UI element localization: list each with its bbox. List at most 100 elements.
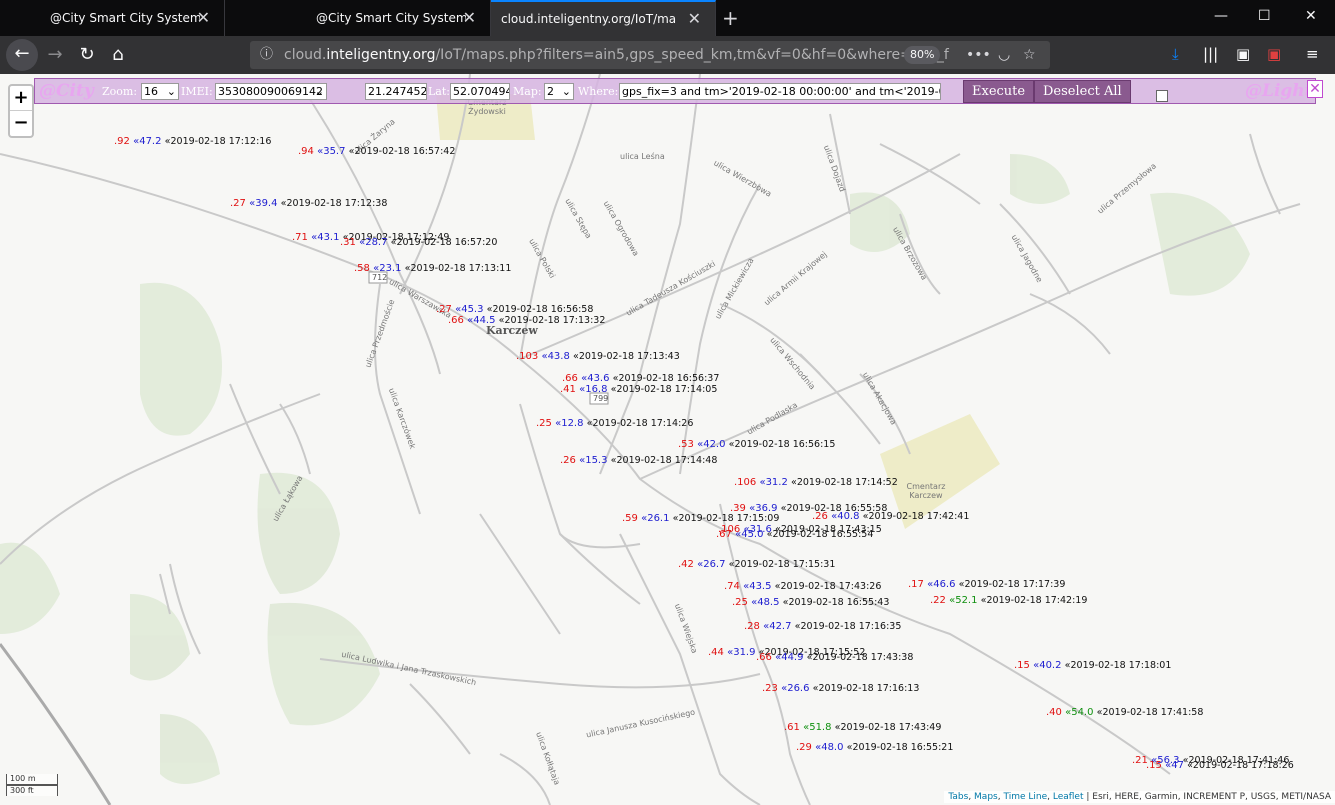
window-close-icon[interactable]: ✕	[1305, 8, 1317, 24]
toggle-checkbox[interactable]	[1156, 90, 1168, 102]
pocket-icon[interactable]: ◡	[998, 41, 1010, 69]
extension-icon[interactable]: ▣	[1267, 45, 1281, 63]
timestamp: «2019-02-18 17:14:05	[610, 384, 718, 395]
timestamp: «2019-02-18 16:55:43	[782, 597, 890, 608]
maximize-icon[interactable]: ☐	[1258, 8, 1271, 24]
maps-link[interactable]: Maps	[974, 792, 998, 802]
url-path: /IoT/maps.php?filters=ain5,gps_speed_km,…	[435, 47, 949, 63]
info-icon[interactable]: ⓘ	[260, 41, 273, 69]
map-select[interactable]: 2 ⌄	[544, 83, 574, 100]
filter-control-bar: @City Zoom: 16 ⌄ IMEI: 353080090069142 ⌄ 2…	[34, 78, 1323, 104]
gps-point[interactable]: .28 «42.7 «2019-02-18 17:16:35	[744, 621, 901, 633]
leaflet-link[interactable]: Leaflet	[1053, 792, 1084, 802]
url-bar[interactable]: ⓘ cloud.inteligentny.org/IoT/maps.php?fi…	[250, 41, 1050, 69]
timestamp: «2019-02-18 16:57:42	[348, 146, 456, 157]
map-label: Map:	[513, 85, 542, 98]
gps-point[interactable]: .26 «15.3 «2019-02-18 17:14:48	[560, 455, 717, 467]
gps-point[interactable]: .26 «40.8 «2019-02-18 17:42:41	[812, 511, 969, 523]
speed-value: «40.2	[1033, 660, 1062, 671]
timestamp: «2019-02-18 17:14:48	[610, 455, 718, 466]
gps-point[interactable]: .58 «23.1 «2019-02-18 17:13:11	[354, 263, 511, 275]
deselect-all-button[interactable]: Deselect All	[1034, 80, 1131, 103]
gps-point[interactable]: .67 «45.0 «2019-02-18 16:55:54	[716, 529, 873, 541]
tab-3[interactable]: cloud.inteligentny.org/IoT/maps.p ✕	[491, 0, 716, 36]
tab-1[interactable]: @City Smart City System - Views ✕	[0, 0, 225, 36]
ain-value: .44	[708, 647, 724, 658]
timestamp: «2019-02-18 17:14:52	[791, 477, 898, 488]
home-button[interactable]: ⌂	[103, 40, 133, 70]
ain-value: .53	[678, 439, 694, 450]
new-tab-button[interactable]: +	[722, 6, 739, 30]
gps-point[interactable]: .27 «39.4 «2019-02-18 17:12:38	[230, 198, 387, 210]
ain-value: .94	[298, 146, 314, 157]
back-button[interactable]: ←	[6, 39, 38, 71]
map-view[interactable]: 712 799 Cmentarz Żydowski Cmentarz Karcz…	[0, 74, 1335, 805]
where-label: Where:	[578, 85, 619, 98]
gps-point[interactable]: .15 «40.2 «2019-02-18 17:18:01	[1014, 660, 1171, 672]
gps-point[interactable]: .66 «44.5 «2019-02-18 17:13:32	[448, 315, 605, 327]
zoom-in-button[interactable]: +	[10, 86, 32, 111]
star-icon[interactable]: ☆	[1023, 41, 1036, 69]
timestamp: «2019-02-18 17:43:26	[774, 581, 882, 592]
gps-point[interactable]: .31 «28.7 «2019-02-18 16:57:20	[340, 237, 497, 249]
download-icon[interactable]: ⤓	[1172, 45, 1179, 63]
gps-point[interactable]: .17 «46.6 «2019-02-18 17:17:39	[908, 579, 1065, 591]
close-icon[interactable]: ✕	[688, 2, 701, 36]
gps-point[interactable]: .23 «26.6 «2019-02-18 17:16:13	[762, 683, 919, 695]
timestamp: «2019-02-18 16:55:54	[766, 529, 874, 540]
gps-point[interactable]: .66 «44.9 «2019-02-18 17:43:38	[756, 652, 913, 664]
close-icon[interactable]: ✕	[1307, 80, 1323, 98]
reload-button[interactable]: ↻	[72, 40, 102, 70]
menu-icon[interactable]: ≡	[1306, 45, 1319, 63]
timestamp: «2019-02-18 17:42:41	[862, 511, 970, 522]
minimize-icon[interactable]: —	[1214, 8, 1228, 24]
gps-point[interactable]: .103 «43.8 «2019-02-18 17:13:43	[516, 351, 680, 363]
gps-point[interactable]: .22 «52.1 «2019-02-18 17:42:19	[930, 595, 1087, 607]
close-icon[interactable]: ✕	[197, 0, 210, 36]
ain-value: .25	[732, 597, 748, 608]
tabs-link[interactable]: Tabs	[948, 792, 968, 802]
ain-value: .23	[762, 683, 778, 694]
timeline-link[interactable]: Time Line	[1003, 792, 1047, 802]
more-icon[interactable]: •••	[966, 41, 991, 69]
gps-point[interactable]: .61 «51.8 «2019-02-18 17:43:49	[784, 722, 941, 734]
timestamp: «2019-02-18 17:18:26	[1187, 760, 1294, 771]
tab-2[interactable]: @City Smart City System - Views ✕	[266, 0, 491, 36]
lon-input[interactable]: 21.247452	[365, 83, 427, 100]
chevron-down-icon: ⌄	[166, 85, 176, 98]
library-icon[interactable]: |||	[1203, 45, 1218, 63]
gps-point[interactable]: .25 «48.5 «2019-02-18 16:55:43	[732, 597, 889, 609]
timestamp: «2019-02-18 16:56:15	[728, 439, 836, 450]
gps-point[interactable]: .41 «16.8 «2019-02-18 17:14:05	[560, 384, 717, 396]
speed-value: «43.1	[311, 232, 340, 243]
gps-point[interactable]: .94 «35.7 «2019-02-18 16:57:42	[298, 146, 455, 158]
speed-value: «40.8	[831, 511, 860, 522]
execute-button[interactable]: Execute	[963, 80, 1035, 103]
gps-point[interactable]: .15 «47 «2019-02-18 17:18:26	[1146, 760, 1294, 772]
gps-point[interactable]: .40 «54.0 «2019-02-18 17:41:58	[1046, 707, 1203, 719]
lat-input[interactable]: 52.070494	[450, 83, 510, 100]
zoom-badge[interactable]: 80%	[904, 46, 941, 64]
gps-point[interactable]: .74 «43.5 «2019-02-18 17:43:26	[724, 581, 881, 593]
gps-point[interactable]: .53 «42.0 «2019-02-18 16:56:15	[678, 439, 835, 451]
gps-point[interactable]: .106 «31.2 «2019-02-18 17:14:52	[734, 477, 898, 489]
timestamp: «2019-02-18 17:13:43	[573, 351, 680, 362]
zoom-select[interactable]: 16 ⌄	[141, 83, 179, 100]
ain-value: .15	[1146, 760, 1162, 771]
gps-point[interactable]: .29 «48.0 «2019-02-18 16:55:21	[796, 742, 953, 754]
imei-select[interactable]: 353080090069142 ⌄	[215, 83, 327, 100]
timestamp: «2019-02-18 16:57:20	[390, 237, 498, 248]
gps-point[interactable]: .42 «26.7 «2019-02-18 17:15:31	[678, 559, 835, 571]
gps-point[interactable]: .25 «12.8 «2019-02-18 17:14:26	[536, 418, 693, 430]
timestamp: «2019-02-18 17:15:09	[672, 513, 780, 524]
zoom-out-button[interactable]: −	[10, 111, 32, 136]
street-label: ulica Leśna	[620, 152, 665, 161]
ain-value: .40	[1046, 707, 1062, 718]
light-logo: @Light	[1245, 81, 1313, 101]
close-icon[interactable]: ✕	[463, 0, 476, 36]
forward-button[interactable]: →	[40, 40, 70, 70]
where-input[interactable]: gps_fix=3 and tm>'2019-02-18 00:00:00' a…	[619, 83, 941, 100]
sidebar-icon[interactable]: ▣	[1236, 45, 1250, 63]
gps-point[interactable]: .92 «47.2 «2019-02-18 17:12:16	[114, 136, 271, 148]
timestamp: «2019-02-18 17:43:38	[806, 652, 914, 663]
